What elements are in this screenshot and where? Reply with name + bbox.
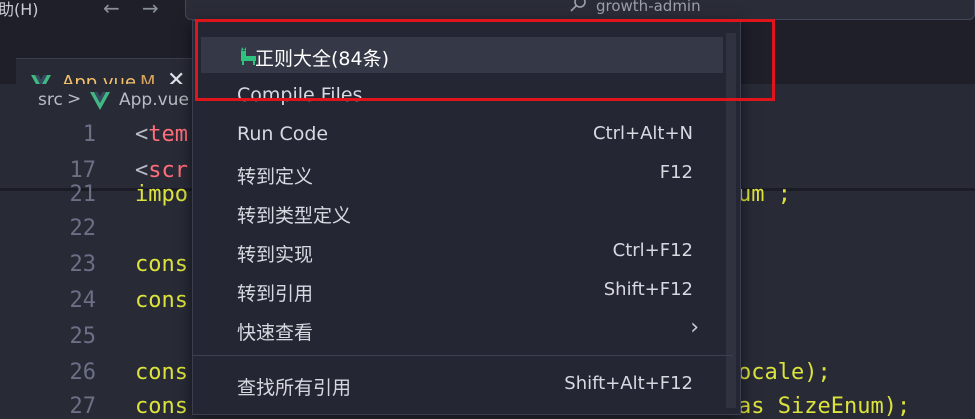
line-number: 26 — [69, 360, 97, 385]
breadcrumb-file[interactable]: App.vue — [119, 90, 189, 110]
code-line: impo — [135, 182, 188, 207]
search-icon — [570, 0, 586, 12]
back-arrow-icon[interactable]: ← — [103, 0, 120, 20]
code-line: <tem — [135, 122, 188, 147]
line-number: 25 — [69, 324, 97, 349]
menu-item-label: 转到定义 — [237, 166, 314, 188]
line-number: 22 — [69, 216, 97, 241]
line-number: 1 — [82, 122, 96, 147]
menu-item-run-code[interactable]: Run Code Ctrl+Alt+N — [193, 116, 723, 152]
menu-item-find-all-references[interactable]: 查找所有引用 Shift+Alt+F12 — [193, 366, 723, 402]
command-center-text: growth-admin — [596, 0, 701, 15]
menu-item-shortcut: F12 — [659, 162, 693, 183]
line-number: 17 — [69, 158, 97, 183]
menu-item-shortcut: Shift+F12 — [603, 279, 693, 300]
menu-item-shortcut: Ctrl+Alt+N — [592, 123, 693, 144]
menu-divider — [193, 355, 733, 356]
menu-item-label: 转到类型定义 — [237, 205, 352, 227]
line-number: 24 — [69, 288, 97, 313]
menu-help[interactable]: 助(H) — [0, 0, 39, 20]
vue-logo-icon — [90, 92, 110, 110]
menu-item-label: 快速查看 — [237, 322, 314, 344]
highlight-annotation-box — [195, 19, 775, 101]
menu-item-go-to-references[interactable]: 转到引用 Shift+F12 — [193, 272, 723, 308]
code-line: <scr — [135, 158, 188, 183]
menu-item-go-to-type-definition[interactable]: 转到类型定义 — [193, 194, 723, 230]
line-number: 21 — [69, 182, 97, 207]
chevron-right-icon: › — [690, 315, 699, 340]
menu-item-shortcut: Shift+Alt+F12 — [564, 373, 693, 394]
code-fragment: ocale); — [738, 360, 831, 385]
command-center[interactable]: growth-admin — [185, 0, 975, 20]
menu-item-label: 转到实现 — [237, 244, 314, 266]
menu-item-go-to-definition[interactable]: 转到定义 F12 — [193, 155, 723, 191]
code-line: cons — [135, 288, 188, 313]
code-line: cons — [135, 360, 188, 385]
code-line: cons — [135, 252, 188, 277]
menu-item-shortcut: Ctrl+F12 — [612, 240, 693, 261]
menu-item-label: 转到引用 — [237, 283, 314, 305]
breadcrumb-folder[interactable]: src — [38, 90, 63, 110]
line-number: 23 — [69, 252, 97, 277]
code-fragment: um ; — [738, 182, 791, 207]
menu-item-label: Run Code — [237, 123, 329, 145]
forward-arrow-icon[interactable]: → — [142, 0, 159, 20]
menu-item-go-to-implementation[interactable]: 转到实现 Ctrl+F12 — [193, 233, 723, 269]
menu-item-label: 查找所有引用 — [237, 377, 352, 399]
menu-item-peek[interactable]: 快速查看 › — [193, 311, 723, 347]
breadcrumb-separator: > — [67, 89, 82, 109]
